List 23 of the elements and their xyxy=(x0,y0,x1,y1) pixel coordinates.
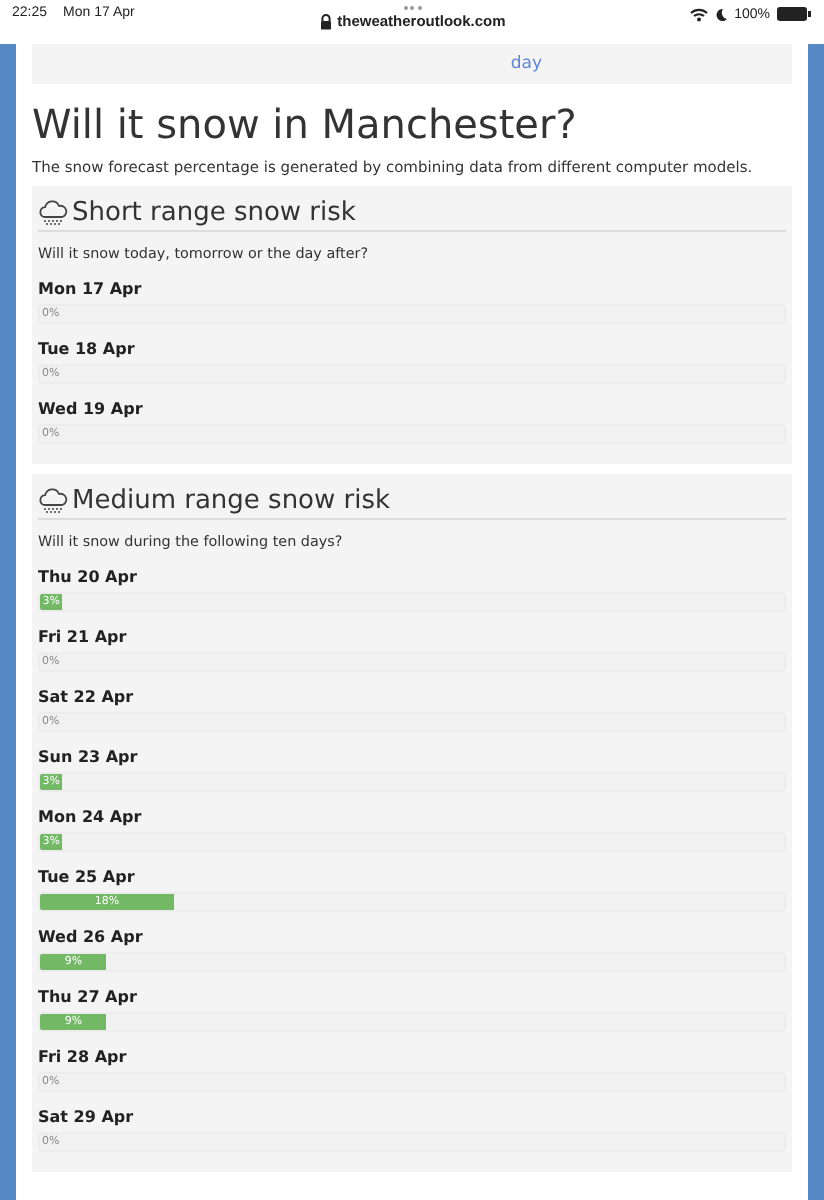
more-icon[interactable] xyxy=(403,4,422,10)
day-label: Tue 18 Apr xyxy=(38,338,137,360)
day-label: Sun 23 Apr xyxy=(38,746,140,768)
day-label: Wed 26 Apr xyxy=(38,926,145,948)
day-label: Mon 24 Apr xyxy=(38,806,144,828)
lock-icon xyxy=(319,13,332,29)
wifi-icon xyxy=(690,7,709,21)
page-title: Will it snow in Manchester? xyxy=(32,100,579,148)
day-label: Thu 20 Apr xyxy=(38,566,139,588)
day-label: Sat 29 Apr xyxy=(38,1106,136,1128)
section-title: Medium range snow risk xyxy=(72,486,391,516)
day-label: Fri 21 Apr xyxy=(38,626,129,648)
day-label: Tue 25 Apr xyxy=(38,866,137,888)
day-label: Fri 28 Apr xyxy=(38,1046,129,1068)
day-label: Sat 22 Apr xyxy=(38,686,136,708)
day-label: Wed 19 Apr xyxy=(38,398,145,420)
day-label: Thu 27 Apr xyxy=(38,986,139,1008)
moon-icon xyxy=(714,7,729,21)
day-label: Mon 17 Apr xyxy=(38,278,144,300)
snow-cloud-icon xyxy=(38,488,68,514)
snow-cloud-icon xyxy=(38,200,68,226)
section-title: Short range snow risk xyxy=(72,198,356,228)
battery-icon xyxy=(776,6,812,22)
